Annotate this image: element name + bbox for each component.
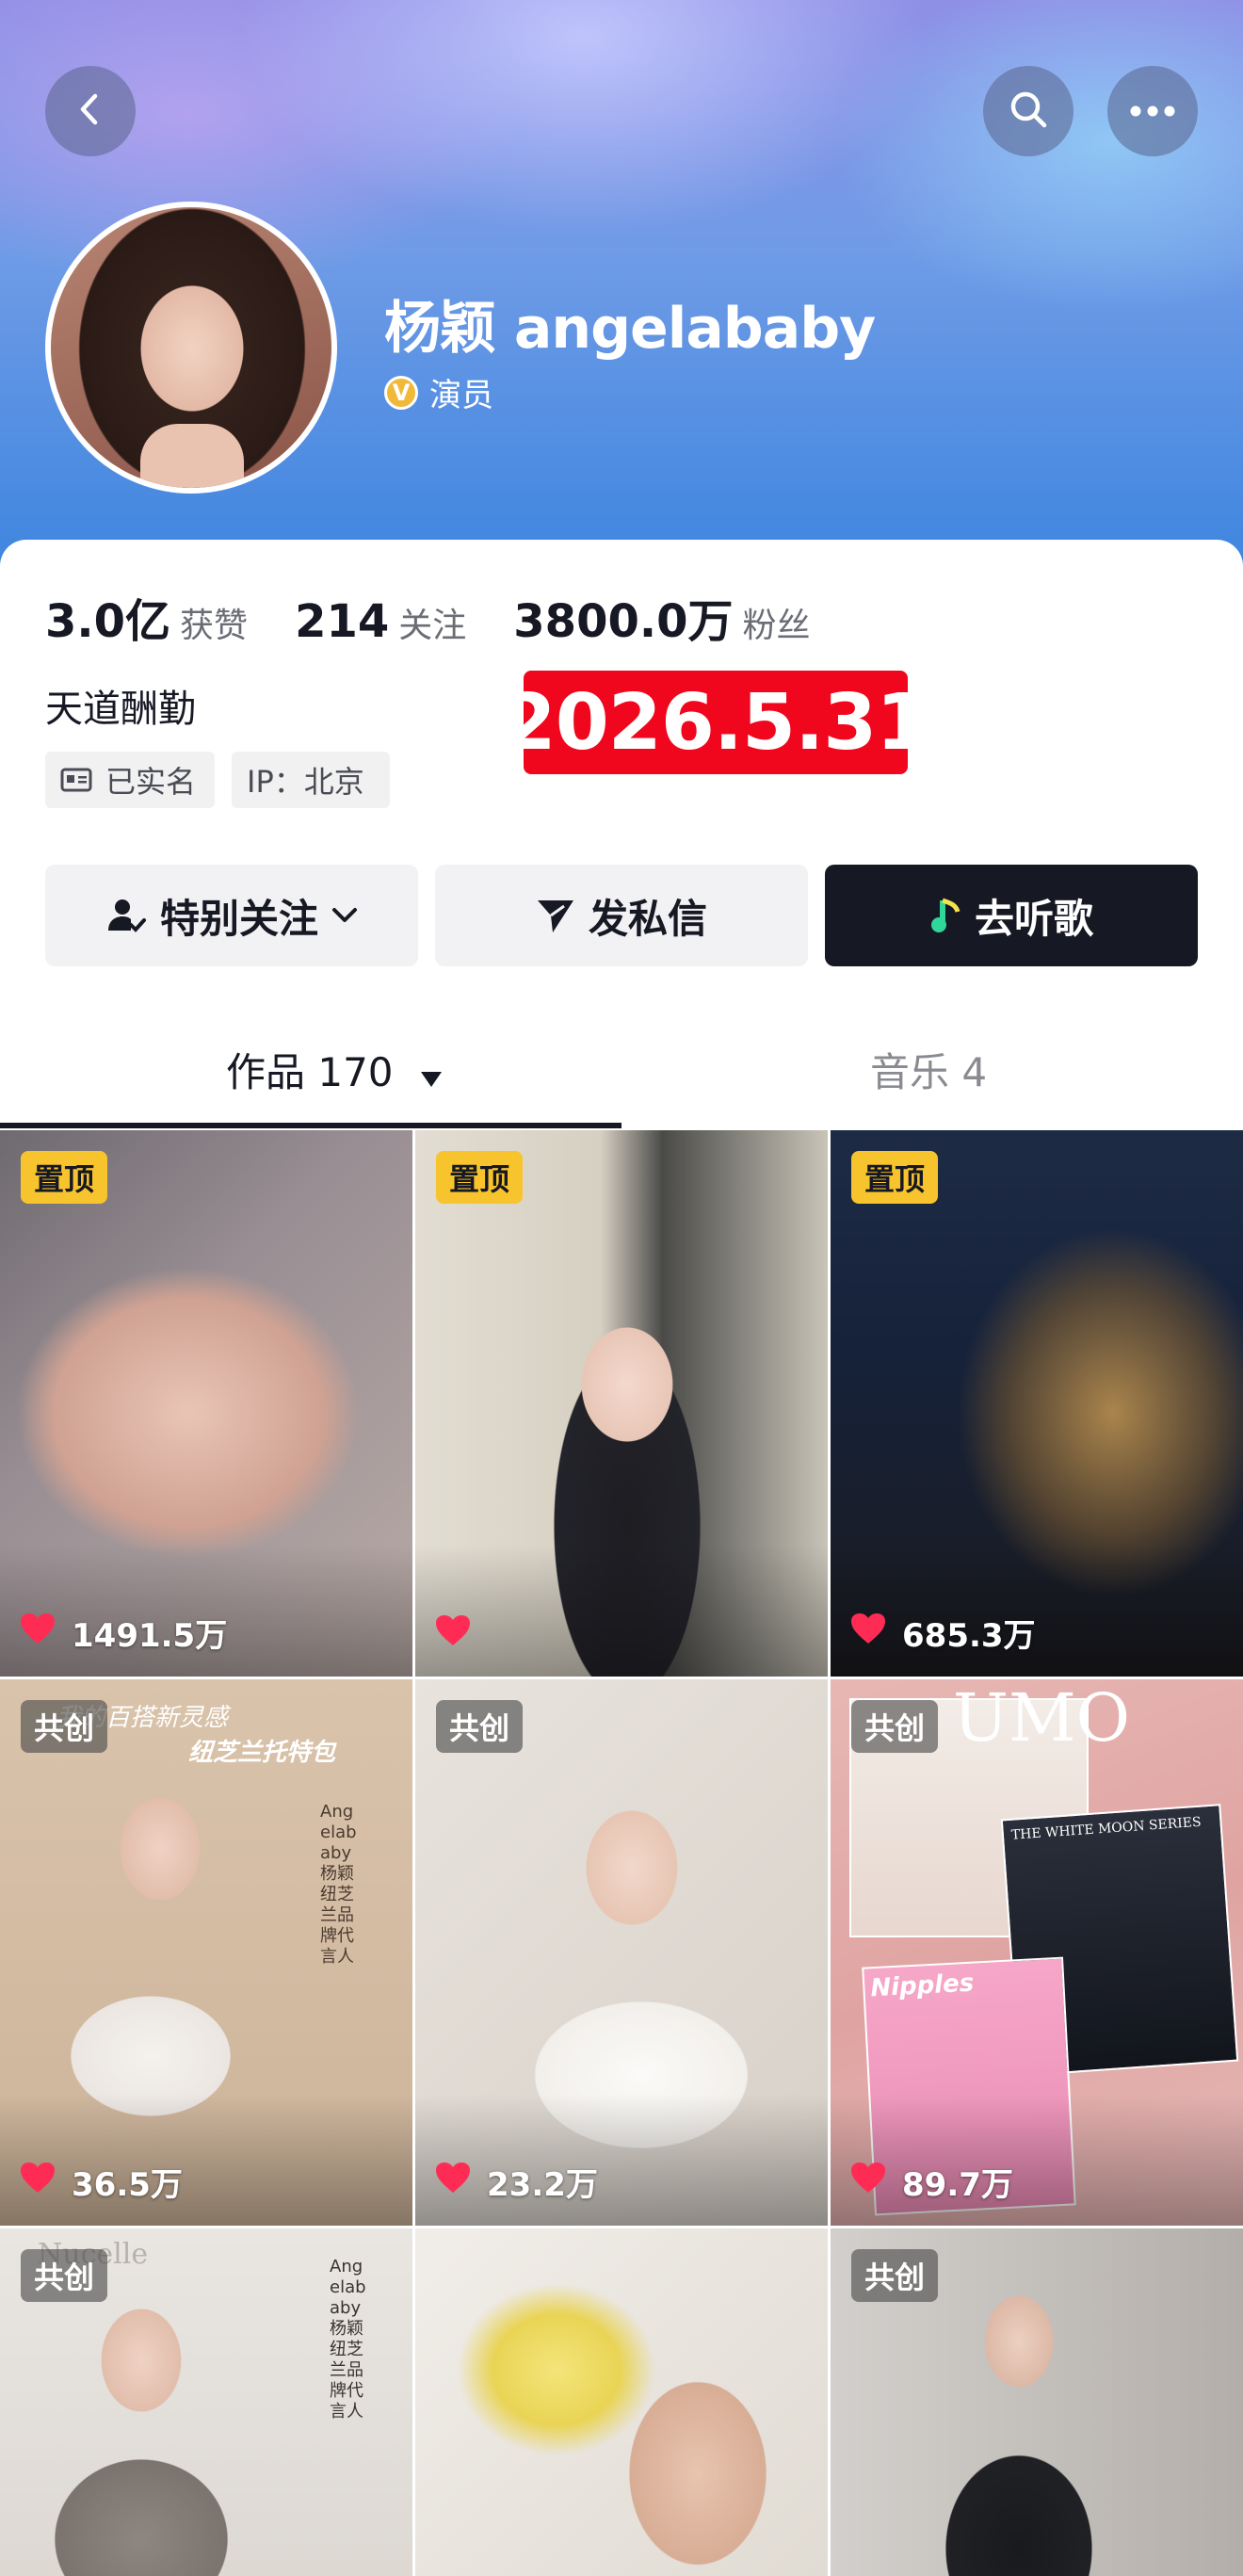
co-creation-badge: 共创 [851, 1700, 939, 1753]
caret-down-icon [419, 1052, 444, 1098]
tab-music-label: 音乐 4 [870, 1049, 988, 1095]
profile-name: 杨颖 angelababy [384, 296, 876, 362]
heart-icon [434, 1613, 487, 1656]
video-likes: 89.7万 [849, 2159, 1013, 2205]
video-thumbnail[interactable]: 置顶 1491.5万 [0, 1130, 412, 1677]
avatar[interactable] [45, 202, 337, 494]
back-button[interactable] [45, 66, 136, 156]
video-thumbnail[interactable]: 置顶 685.3万 [831, 1130, 1243, 1677]
co-creation-badge: 共创 [21, 2249, 108, 2302]
video-likes: 23.2万 [434, 2159, 598, 2205]
pinned-badge: 置顶 [436, 1151, 524, 1204]
thumbnail-side-text: Angelababy 杨颖 纽芝兰品牌代言人 [330, 2257, 366, 2422]
fans-count[interactable]: 3800.0万 [513, 584, 733, 650]
back-arrow-icon [72, 90, 109, 132]
pinned-badge: 置顶 [21, 1151, 108, 1204]
more-icon [1130, 103, 1175, 121]
real-name-tag: 已实名 [45, 752, 215, 808]
video-likes: 1491.5万 [19, 1610, 227, 1656]
tab-music[interactable]: 音乐 4 [870, 1041, 987, 1098]
video-likes-count: 23.2万 [487, 2166, 598, 2204]
heart-icon [19, 2161, 72, 2203]
send-message-label: 发私信 [588, 895, 707, 942]
video-likes-count: 36.5万 [72, 2166, 183, 2204]
following-label[interactable]: 关注 [398, 598, 466, 647]
video-thumbnail[interactable]: 共创 [831, 2228, 1243, 2576]
thumbnail-shade [415, 1545, 828, 1677]
send-message-button[interactable]: 发私信 [435, 865, 808, 966]
verification-label: 演员 [429, 377, 493, 414]
tab-active-indicator [0, 1123, 622, 1128]
video-likes [434, 1613, 487, 1656]
special-follow-button[interactable]: 特别关注 [45, 865, 418, 966]
pinned-badge: 置顶 [851, 1151, 939, 1204]
id-card-icon [60, 768, 92, 792]
magazine-title: UMO [953, 1679, 1131, 1757]
tab-works-label: 作品 170 [226, 1049, 394, 1095]
video-thumbnail[interactable] [415, 2228, 828, 2576]
date-badge: 2026.5.31 [503, 671, 929, 774]
real-name-tag-label: 已实名 [105, 764, 197, 800]
user-check-icon [105, 895, 147, 936]
ip-location-tag: IP：北京 [232, 752, 390, 808]
profile-stats: 3.0亿 获赞 214 关注 3800.0万 粉丝 [45, 584, 858, 650]
video-likes-count: 685.3万 [902, 1617, 1036, 1655]
music-note-icon [929, 897, 961, 934]
verified-badge-icon: V [384, 375, 418, 410]
likes-count: 3.0亿 [45, 595, 171, 648]
profile-bio: 天道酬勤 [45, 688, 196, 731]
video-thumbnail[interactable]: 我的百搭新灵感 纽芝兰托特包 Angelababy 杨颖 纽芝兰品牌代言人 共创… [0, 1679, 412, 2226]
co-creation-badge: 共创 [851, 2249, 939, 2302]
video-likes: 36.5万 [19, 2159, 183, 2205]
heart-icon [849, 1612, 902, 1654]
search-button[interactable] [983, 66, 1074, 156]
video-likes-count: 1491.5万 [72, 1617, 228, 1655]
co-creation-badge: 共创 [436, 1700, 524, 1753]
thumbnail-side-text: Angelababy 杨颖 纽芝兰品牌代言人 [320, 1802, 357, 1967]
search-icon [1007, 88, 1050, 135]
video-likes-count: 89.7万 [902, 2166, 1013, 2204]
video-likes: 685.3万 [849, 1610, 1036, 1656]
chevron-down-icon [331, 907, 358, 924]
likes-label: 获赞 [180, 607, 249, 645]
ip-location-tag-label: IP：北京 [247, 764, 364, 800]
co-creation-badge: 共创 [21, 1700, 108, 1753]
tab-works[interactable]: 作品 170 [226, 1041, 444, 1098]
special-follow-label: 特别关注 [159, 895, 318, 942]
verification-row: V 演员 [384, 369, 493, 415]
video-thumbnail[interactable]: 置顶 [415, 1130, 828, 1677]
heart-icon [19, 1612, 72, 1654]
fans-label[interactable]: 粉丝 [743, 598, 811, 647]
following-count[interactable]: 214 [295, 595, 389, 648]
video-thumbnail[interactable]: UMO THE WHITE MOON SERIES Nipples 共创 89.… [831, 1679, 1243, 2226]
heart-icon [849, 2161, 902, 2203]
listen-music-button[interactable]: 去听歌 [825, 865, 1198, 966]
listen-music-label: 去听歌 [974, 895, 1093, 942]
video-thumbnail[interactable]: 共创 23.2万 [415, 1679, 828, 2226]
heart-icon [434, 2161, 487, 2203]
avatar-portrait-detail [140, 424, 244, 488]
video-thumbnail[interactable]: Nucelle Angelababy 杨颖 纽芝兰品牌代言人 共创 [0, 2228, 412, 2576]
send-icon [536, 897, 575, 934]
more-button[interactable] [1107, 66, 1198, 156]
